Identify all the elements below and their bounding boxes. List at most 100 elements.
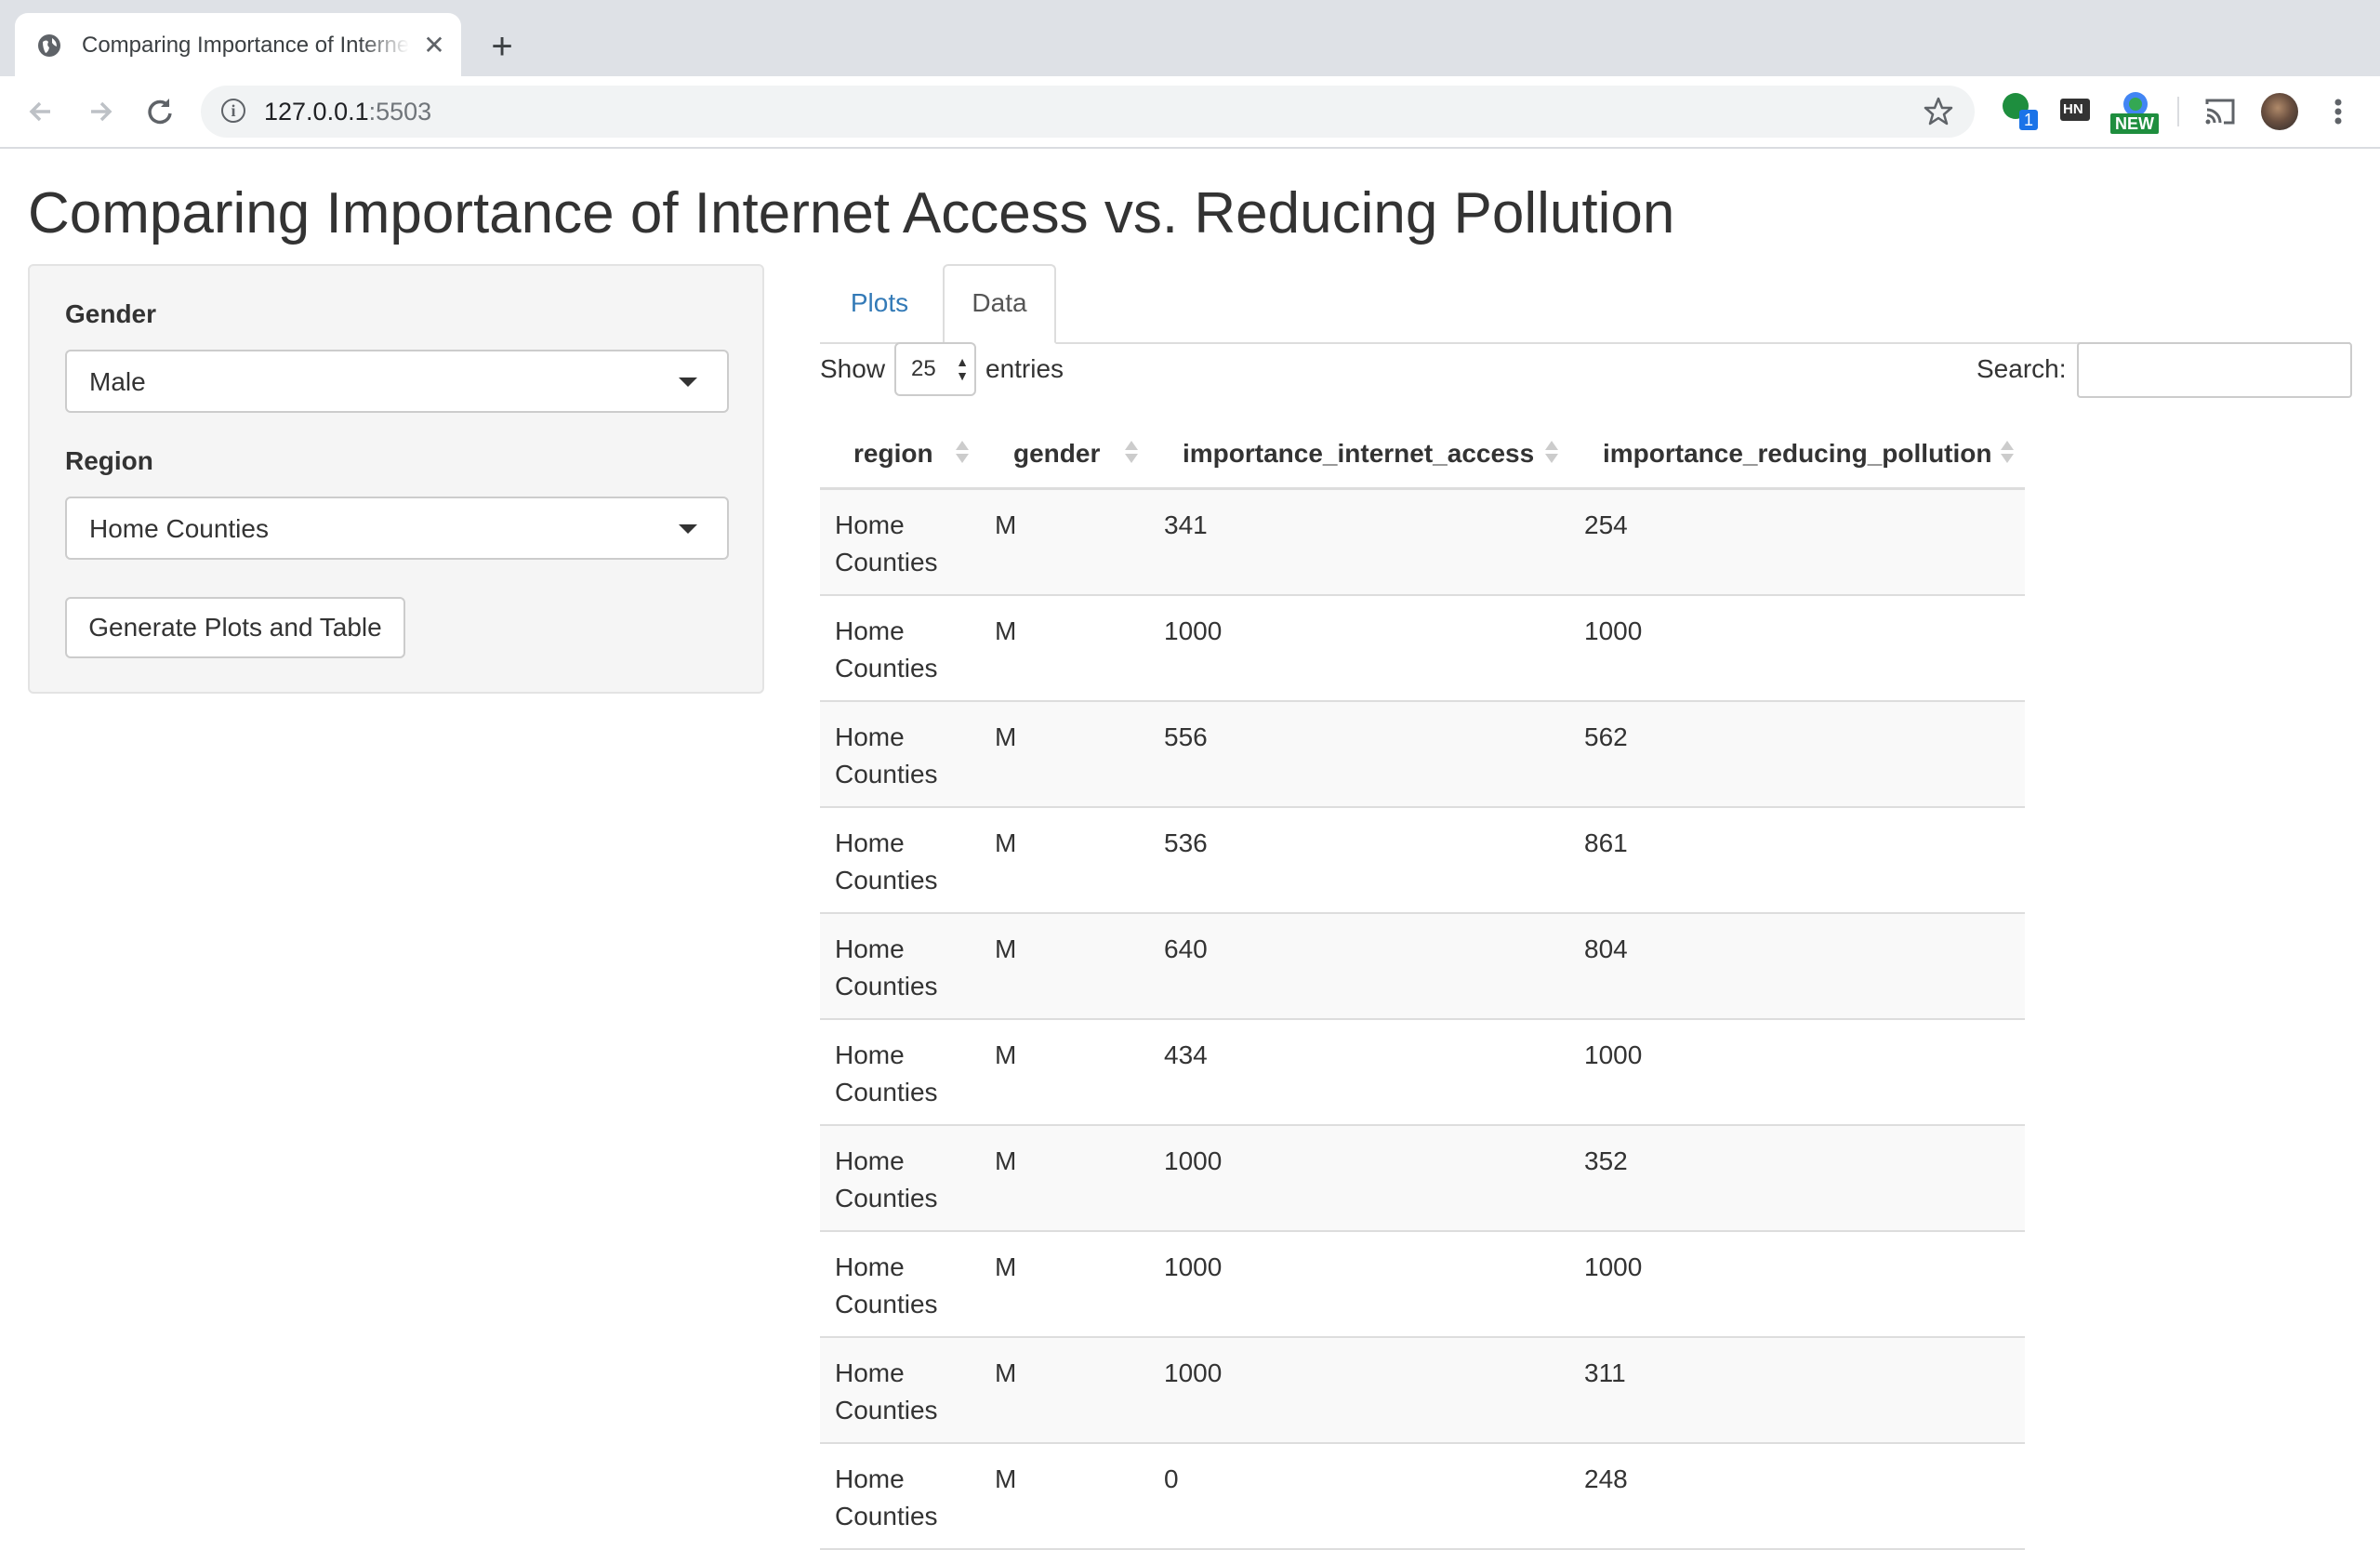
sort-icon <box>956 441 969 467</box>
browser-tab[interactable]: Comparing Importance of Internet Access … <box>15 13 461 76</box>
search-label: Search: <box>1977 354 2067 383</box>
table-row: Home Counties M 434 1000 <box>820 1018 2025 1126</box>
extension-new-badge: NEW <box>2110 113 2159 134</box>
cast-icon[interactable] <box>2202 91 2239 132</box>
data-table: region gender importance_internet_access… <box>820 420 2025 1550</box>
forward-arrow-icon[interactable] <box>82 93 119 130</box>
menu-kebab-icon[interactable] <box>2324 91 2352 132</box>
cell-importance-reducing-pollution: 311 <box>1569 1336 2025 1444</box>
close-icon[interactable]: ✕ <box>420 32 448 60</box>
column-header-region[interactable]: region <box>820 420 980 490</box>
column-header-gender[interactable]: gender <box>980 420 1149 490</box>
profile-avatar[interactable] <box>2261 93 2298 130</box>
cell-importance-internet-access: 434 <box>1149 1018 1569 1126</box>
tab-plots[interactable]: Plots <box>820 264 939 342</box>
cell-importance-internet-access: 640 <box>1149 912 1569 1020</box>
browser-toolbar: i 127.0.0.1:5503 1 HN NEW <box>0 76 2380 149</box>
cell-gender: M <box>980 1336 1149 1444</box>
generate-plots-button[interactable]: Generate Plots and Table <box>65 597 405 658</box>
region-select[interactable]: Home Counties <box>65 497 729 560</box>
cell-region: Home Counties <box>820 912 980 1020</box>
region-select-value: Home Counties <box>89 514 269 543</box>
site-info-icon[interactable]: i <box>221 99 245 123</box>
new-tab-button[interactable]: + <box>483 28 521 65</box>
gender-select[interactable]: Male <box>65 350 729 413</box>
table-row: Home Counties M 1000 311 <box>820 1336 2025 1444</box>
updown-arrows-icon: ▲ ▼ <box>956 354 969 383</box>
cell-importance-internet-access: 1000 <box>1149 1230 1569 1338</box>
cell-gender: M <box>980 1018 1149 1126</box>
cell-importance-internet-access: 0 <box>1149 1442 1569 1550</box>
cell-importance-reducing-pollution: 1000 <box>1569 594 2025 702</box>
table-row: Home Counties M 1000 352 <box>820 1124 2025 1232</box>
cell-region: Home Counties <box>820 1230 980 1338</box>
extension-hn-label: HN <box>2063 101 2083 117</box>
show-label: Show <box>820 354 886 383</box>
cell-importance-reducing-pollution: 1000 <box>1569 1018 2025 1126</box>
table-row: Home Counties M 556 562 <box>820 700 2025 808</box>
cell-region: Home Counties <box>820 1442 980 1550</box>
sort-icon <box>2001 441 2014 467</box>
cell-region: Home Counties <box>820 1124 980 1232</box>
cell-gender: M <box>980 806 1149 914</box>
search-input[interactable] <box>2077 342 2352 398</box>
cell-importance-internet-access: 1000 <box>1149 594 1569 702</box>
cell-gender: M <box>980 1230 1149 1338</box>
region-label: Region <box>65 446 153 475</box>
cell-region: Home Counties <box>820 594 980 702</box>
cell-importance-reducing-pollution: 352 <box>1569 1124 2025 1232</box>
sort-icon <box>1545 441 1558 467</box>
extension-badge: 1 <box>2024 111 2034 129</box>
cell-gender: M <box>980 700 1149 808</box>
table-row: Home Counties M 536 861 <box>820 806 2025 914</box>
extension-new-icon[interactable]: NEW <box>2110 91 2161 134</box>
table-row: Home Counties M 341 254 <box>820 488 2025 596</box>
tab-data[interactable]: Data <box>943 264 1056 344</box>
toolbar-divider <box>2177 97 2179 126</box>
cell-region: Home Counties <box>820 488 980 596</box>
cell-region: Home Counties <box>820 806 980 914</box>
cell-gender: M <box>980 912 1149 1020</box>
caret-down-icon <box>679 524 697 534</box>
table-body: Home Counties M 341 254 Home Counties M … <box>820 488 2025 1550</box>
back-arrow-icon[interactable] <box>22 93 60 130</box>
cell-gender: M <box>980 594 1149 702</box>
extension-hn-icon[interactable]: HN <box>2060 91 2094 132</box>
cell-importance-reducing-pollution: 804 <box>1569 912 2025 1020</box>
sort-icon <box>1125 441 1138 467</box>
gender-select-value: Male <box>89 367 146 396</box>
cell-gender: M <box>980 1124 1149 1232</box>
table-header-row: region gender importance_internet_access… <box>820 420 2025 490</box>
green-dot-icon <box>2003 93 2038 130</box>
cell-region: Home Counties <box>820 1336 980 1444</box>
table-row: Home Counties M 0 248 <box>820 1442 2025 1550</box>
tab-title: Comparing Importance of Internet Access … <box>82 33 409 58</box>
url-text[interactable]: 127.0.0.1:5503 <box>264 97 431 126</box>
globe-icon <box>38 34 60 57</box>
bookmark-star-icon[interactable] <box>1923 96 1954 127</box>
column-header-importance-reducing-pollution[interactable]: importance_reducing_pollution <box>1569 420 2025 490</box>
page-length-select[interactable]: 25 ▲ ▼ <box>894 342 976 396</box>
cell-importance-reducing-pollution: 861 <box>1569 806 2025 914</box>
cell-importance-internet-access: 341 <box>1149 488 1569 596</box>
main-tabs: Plots Data <box>820 264 2350 344</box>
cell-region: Home Counties <box>820 700 980 808</box>
cell-gender: M <box>980 1442 1149 1550</box>
browser-tab-strip: Comparing Importance of Internet Access … <box>0 0 2380 76</box>
cell-importance-internet-access: 536 <box>1149 806 1569 914</box>
sidebar-panel: Gender Male Region Home Counties Generat… <box>28 264 764 694</box>
extension-green-icon[interactable]: 1 <box>1999 91 2040 132</box>
page-title: Comparing Importance of Internet Access … <box>28 181 1675 245</box>
gender-label: Gender <box>65 299 157 328</box>
reload-icon[interactable] <box>141 93 178 130</box>
column-header-importance-internet-access[interactable]: importance_internet_access <box>1149 420 1569 490</box>
caret-down-icon <box>679 378 697 387</box>
table-row: Home Counties M 1000 1000 <box>820 1230 2025 1338</box>
table-row: Home Counties M 1000 1000 <box>820 594 2025 702</box>
page-length-value: 25 <box>911 356 936 381</box>
cell-importance-internet-access: 1000 <box>1149 1124 1569 1232</box>
entries-label: entries <box>985 354 1064 383</box>
cell-importance-reducing-pollution: 248 <box>1569 1442 2025 1550</box>
cell-importance-internet-access: 556 <box>1149 700 1569 808</box>
address-bar[interactable]: i 127.0.0.1:5503 <box>201 86 1975 138</box>
